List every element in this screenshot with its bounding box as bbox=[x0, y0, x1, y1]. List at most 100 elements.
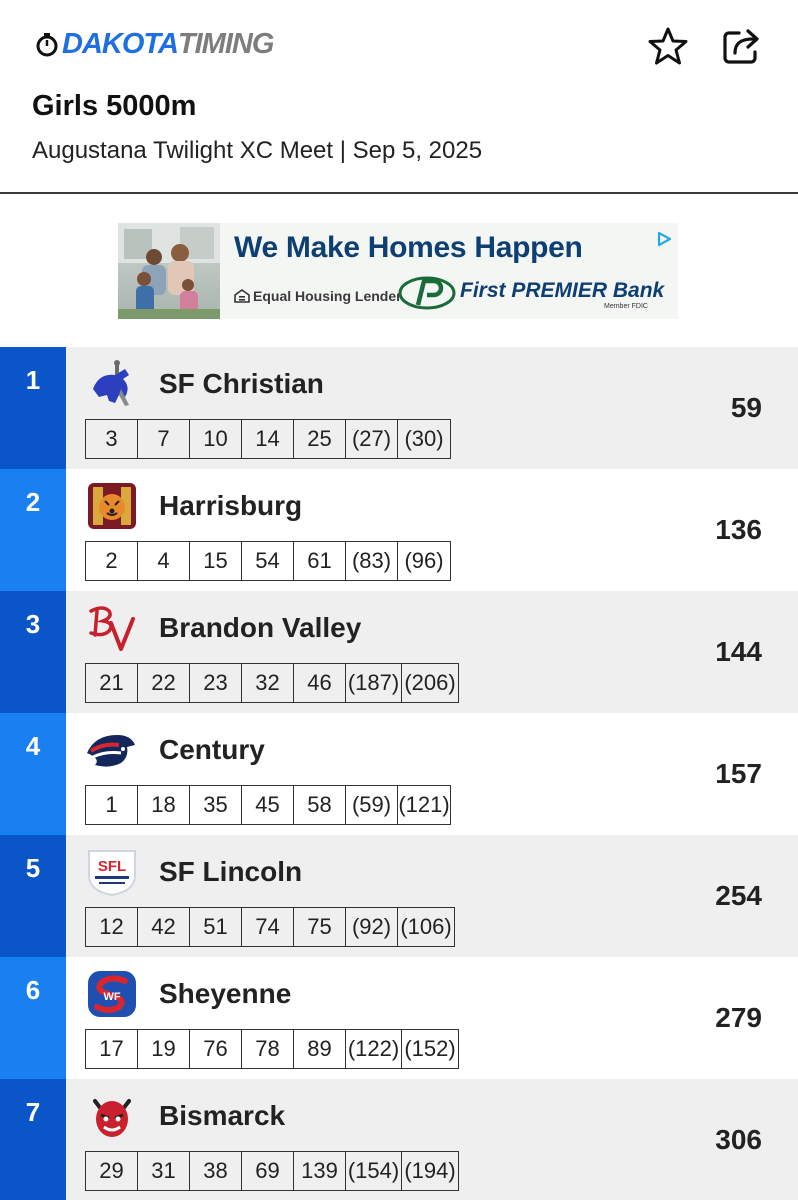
brand-name-timing: TIMING bbox=[177, 27, 274, 60]
rank-badge: 1 bbox=[0, 347, 66, 469]
advertisement-banner[interactable]: We Make Homes Happen Equal Housing Lende… bbox=[118, 223, 678, 319]
bank-name-premier: PREMIER bbox=[511, 279, 608, 302]
bank-name-bank: Bank bbox=[607, 279, 665, 302]
rank-badge: 6 bbox=[0, 957, 66, 1079]
place-cell: 139 bbox=[294, 1152, 346, 1190]
equal-housing-lender: Equal Housing Lender bbox=[234, 288, 402, 304]
place-cell: 54 bbox=[242, 542, 294, 580]
place-cell: 7 bbox=[138, 420, 190, 458]
place-cell: (121) bbox=[398, 792, 450, 817]
team-name: Harrisburg bbox=[159, 490, 303, 521]
team-row[interactable]: 2 Harrisburg 2 4 15 54 61 (83) (96) 136 bbox=[0, 469, 798, 591]
brand-name-dakota: DAKOTA bbox=[62, 27, 179, 60]
equal-housing-text: Equal Housing Lender bbox=[253, 288, 402, 304]
place-cell: 19 bbox=[138, 1030, 190, 1068]
place-cell: 1 bbox=[86, 786, 138, 824]
place-cell: 42 bbox=[138, 908, 190, 946]
place-cell: (152) bbox=[404, 1036, 456, 1061]
rank-badge: 3 bbox=[0, 591, 66, 713]
place-cell: 76 bbox=[190, 1030, 242, 1068]
team-row[interactable]: 3 Brandon Valley 21 22 23 32 46 (187) (2… bbox=[0, 591, 798, 713]
runner-places: 29 31 38 69 139 (154) (194) bbox=[85, 1151, 459, 1191]
team-score: 59 bbox=[730, 392, 762, 423]
place-cell: 45 bbox=[242, 786, 294, 824]
meet-subtitle: Augustana Twilight XC Meet | Sep 5, 2025 bbox=[32, 137, 483, 164]
place-cell: 29 bbox=[86, 1152, 138, 1190]
rank-number: 4 bbox=[25, 731, 41, 761]
rank-number: 2 bbox=[25, 487, 41, 517]
rank-number: 3 bbox=[25, 609, 41, 639]
patriot-logo bbox=[87, 735, 135, 767]
team-score: 306 bbox=[715, 1124, 762, 1155]
place-cell: 14 bbox=[242, 420, 294, 458]
share-button[interactable] bbox=[721, 24, 765, 68]
place-cell: 4 bbox=[138, 542, 190, 580]
adchoices-icon[interactable] bbox=[656, 231, 672, 247]
place-cell: (154) bbox=[346, 1152, 402, 1190]
place-cell: 78 bbox=[242, 1030, 294, 1068]
place-cell: (187) bbox=[346, 664, 402, 702]
svg-text:WF: WF bbox=[103, 991, 120, 1003]
runner-places: 3 7 10 14 25 (27) (30) bbox=[85, 419, 451, 459]
place-cell: 2 bbox=[86, 542, 138, 580]
place-cell: 74 bbox=[242, 908, 294, 946]
rank-number: 7 bbox=[25, 1097, 41, 1127]
team-name: Bismarck bbox=[159, 1100, 286, 1131]
team-row[interactable]: 1 SF Christian 3 7 10 14 25 (27) (30) 59 bbox=[0, 347, 798, 469]
svg-text:SFL: SFL bbox=[98, 858, 126, 875]
demon-logo bbox=[93, 1099, 131, 1137]
place-cell: 61 bbox=[294, 542, 346, 580]
place-cell: 21 bbox=[86, 664, 138, 702]
star-outline-icon bbox=[648, 27, 688, 65]
place-cell: 58 bbox=[294, 786, 346, 824]
rank-number: 1 bbox=[25, 365, 41, 395]
stopwatch-icon bbox=[36, 33, 58, 57]
ad-headline: We Make Homes Happen bbox=[234, 231, 583, 264]
place-cell: 35 bbox=[190, 786, 242, 824]
knight-horse-logo bbox=[93, 360, 129, 406]
place-cell: 31 bbox=[138, 1152, 190, 1190]
place-cell: 3 bbox=[86, 420, 138, 458]
place-cell: 12 bbox=[86, 908, 138, 946]
team-score: 279 bbox=[715, 1002, 762, 1033]
place-cell: 32 bbox=[242, 664, 294, 702]
place-cell: (96) bbox=[404, 548, 444, 573]
place-cell: (92) bbox=[346, 908, 398, 946]
team-score: 157 bbox=[715, 758, 762, 789]
team-row[interactable]: 7 Bismarck 29 31 38 69 139 (154) (194) 3… bbox=[0, 1079, 798, 1200]
first-premier-logo bbox=[398, 276, 456, 310]
favorite-button[interactable] bbox=[646, 24, 690, 68]
rank-badge: 7 bbox=[0, 1079, 66, 1200]
equal-housing-icon bbox=[234, 289, 250, 303]
team-name: Century bbox=[159, 734, 265, 765]
team-results-list: 1 SF Christian 3 7 10 14 25 (27) (30) 59… bbox=[0, 347, 798, 1200]
runner-places: 12 42 51 74 75 (92) (106) bbox=[85, 907, 455, 947]
runner-places: 1 18 35 45 58 (59) (121) bbox=[85, 785, 451, 825]
runner-places: 2 4 15 54 61 (83) (96) bbox=[85, 541, 451, 581]
place-cell: (122) bbox=[346, 1030, 402, 1068]
team-name: SF Lincoln bbox=[159, 856, 303, 887]
place-cell: 46 bbox=[294, 664, 346, 702]
team-name: Brandon Valley bbox=[159, 612, 362, 643]
place-cell: 25 bbox=[294, 420, 346, 458]
place-cell: 75 bbox=[294, 908, 346, 946]
team-row[interactable]: 6 WF Sheyenne 17 19 76 78 89 (122) (152)… bbox=[0, 957, 798, 1079]
place-cell: (194) bbox=[404, 1158, 456, 1183]
ws-shield-logo: WF bbox=[88, 971, 136, 1017]
page-title: Girls 5000m bbox=[32, 90, 197, 122]
team-row[interactable]: 5 SFL SF Lincoln 12 42 51 74 75 (92) (10… bbox=[0, 835, 798, 957]
team-score: 136 bbox=[715, 514, 762, 545]
place-cell: 18 bbox=[138, 786, 190, 824]
tiger-logo bbox=[88, 483, 136, 529]
team-row[interactable]: 4 Century 1 18 35 45 58 (59) (121) 157 bbox=[0, 713, 798, 835]
sfl-shield-logo: SFL bbox=[88, 850, 136, 897]
family-photo bbox=[118, 223, 220, 319]
app-header: DAKOTA TIMING Girls 5000m Augustana Twili… bbox=[0, 0, 798, 194]
place-cell: 22 bbox=[138, 664, 190, 702]
team-score: 144 bbox=[715, 636, 762, 667]
dakota-timing-logo[interactable]: DAKOTA TIMING bbox=[34, 26, 274, 62]
place-cell: 17 bbox=[86, 1030, 138, 1068]
team-name: SF Christian bbox=[159, 368, 324, 399]
share-icon bbox=[723, 29, 759, 64]
place-cell: 38 bbox=[190, 1152, 242, 1190]
